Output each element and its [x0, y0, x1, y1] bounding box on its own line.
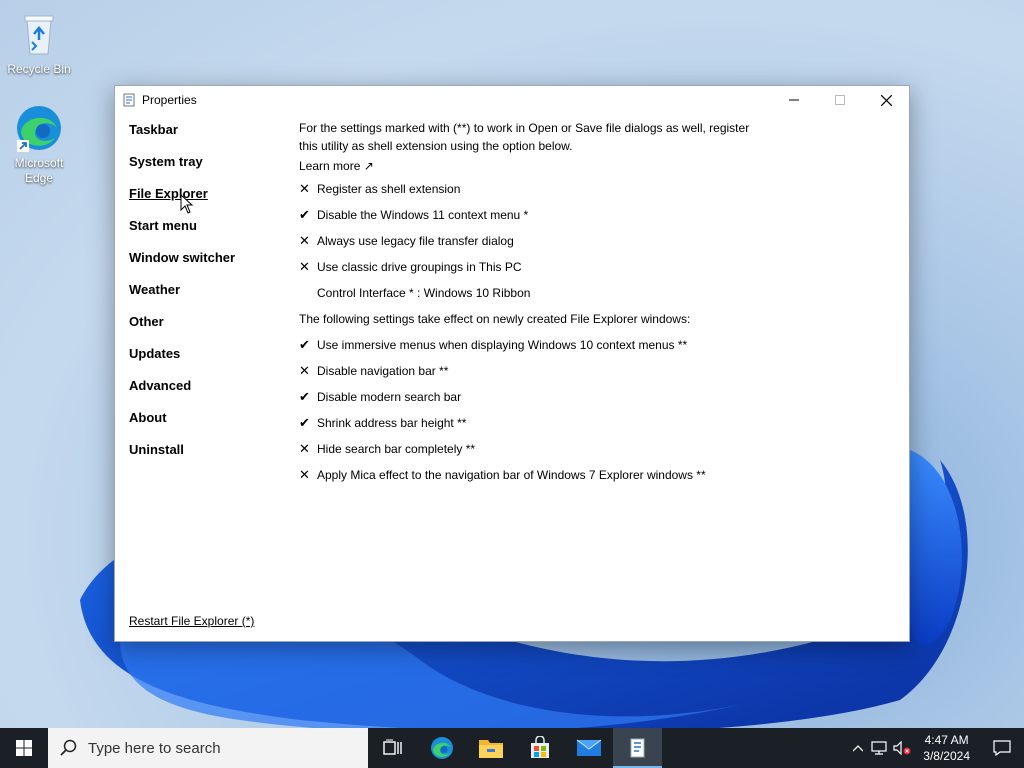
volume-muted-icon [893, 741, 911, 755]
nav-item-window-switcher[interactable]: Window switcher [129, 249, 289, 281]
learn-more-link[interactable]: Learn more ↗ [299, 156, 374, 176]
nav-item-other[interactable]: Other [129, 313, 289, 345]
settings-nav: Taskbar System tray File Explorer Start … [129, 121, 289, 473]
maximize-icon [835, 95, 845, 105]
setting-label: Disable the Windows 11 context menu * [317, 208, 529, 222]
setting-state-icon: ✕ [299, 467, 310, 482]
setting-hide-search-bar[interactable]: ✕ Hide search bar completely ** [299, 436, 769, 462]
setting-control-interface[interactable]: Control Interface * : Windows 10 Ribbon [299, 280, 769, 306]
setting-shrink-address-bar[interactable]: ✔ Shrink address bar height ** [299, 410, 769, 436]
edge-icon [15, 104, 63, 152]
windows-logo-icon [16, 740, 32, 756]
setting-label: Disable modern search bar [317, 390, 462, 404]
edge-label: Microsoft Edge [14, 156, 64, 185]
start-button[interactable] [0, 728, 48, 768]
taskbar-clock[interactable]: 4:47 AM 3/8/2024 [913, 732, 980, 764]
taskbar-edge-button[interactable] [417, 728, 466, 768]
setting-state-icon: ✔ [299, 415, 310, 430]
minimize-button[interactable] [771, 86, 817, 114]
nav-item-advanced[interactable]: Advanced [129, 377, 289, 409]
taskbar: Type here to search 4:47 AM 3/8/2024 [0, 728, 1024, 768]
chevron-up-icon [853, 744, 864, 751]
file-explorer-icon [478, 740, 503, 758]
setting-state-icon: ✔ [299, 389, 310, 404]
setting-label: Register as shell extension [317, 182, 461, 196]
setting-label: Hide search bar completely ** [317, 442, 476, 456]
setting-state-icon: ✕ [299, 259, 310, 274]
nav-item-updates[interactable]: Updates [129, 345, 289, 377]
clock-date: 3/8/2024 [923, 749, 970, 763]
nav-item-uninstall[interactable]: Uninstall [129, 441, 289, 473]
setting-immersive-menus[interactable]: ✔ Use immersive menus when displaying Wi… [299, 332, 769, 358]
edge-icon [430, 737, 453, 759]
setting-legacy-file-transfer-dialog[interactable]: ✕ Always use legacy file transfer dialog [299, 228, 769, 254]
task-view-icon [382, 739, 402, 755]
setting-mica-effect[interactable]: ✕ Apply Mica effect to the navigation ba… [299, 462, 769, 488]
properties-window: Properties Taskbar System tray File Expl… [114, 85, 910, 642]
settings-content: For the settings marked with (**) to wor… [299, 119, 769, 488]
setting-label: Always use legacy file transfer dialog [317, 234, 514, 248]
setting-disable-modern-search-bar[interactable]: ✔ Disable modern search bar [299, 384, 769, 410]
restart-file-explorer-link[interactable]: Restart File Explorer (*) [129, 614, 254, 628]
properties-app-icon [630, 738, 644, 758]
setting-disable-win11-context-menu[interactable]: ✔ Disable the Windows 11 context menu * [299, 202, 769, 228]
setting-label: Disable navigation bar ** [317, 364, 449, 378]
close-button[interactable] [863, 86, 909, 114]
maximize-button[interactable] [817, 86, 863, 114]
recycle-bin-icon [15, 10, 63, 58]
volume-button[interactable] [891, 728, 913, 768]
properties-app-icon [123, 93, 135, 107]
taskbar-search-box[interactable]: Type here to search [48, 728, 368, 768]
notification-icon [993, 740, 1011, 756]
search-icon [60, 739, 77, 756]
clock-time: 4:47 AM [924, 733, 969, 747]
taskbar-file-explorer-button[interactable] [466, 728, 515, 768]
store-icon [530, 736, 549, 758]
taskbar-store-button[interactable] [515, 728, 564, 768]
search-placeholder: Type here to search [88, 739, 221, 757]
nav-item-start-menu[interactable]: Start menu [129, 217, 289, 249]
new-windows-note: The following settings take effect on ne… [299, 312, 691, 326]
setting-state-icon: ✕ [299, 363, 310, 378]
setting-register-shell-extension[interactable]: ✕ Register as shell extension [299, 176, 769, 202]
close-icon [880, 94, 892, 106]
notification-center-button[interactable] [980, 728, 1024, 768]
setting-classic-drive-groupings[interactable]: ✕ Use classic drive groupings in This PC [299, 254, 769, 280]
recycle-bin-label: Recycle Bin [7, 62, 71, 76]
desktop-icon-edge[interactable]: Microsoft Edge [4, 104, 74, 186]
task-view-button[interactable] [368, 728, 417, 768]
desktop-icon-recycle-bin[interactable]: Recycle Bin [4, 10, 74, 77]
setting-state-icon: ✕ [299, 441, 310, 456]
setting-state-icon: ✕ [299, 181, 310, 196]
setting-label: Use classic drive groupings in This PC [317, 260, 522, 274]
intro-text: For the settings marked with (**) to wor… [299, 121, 750, 153]
mail-icon [576, 739, 601, 756]
title-bar[interactable]: Properties [115, 86, 909, 114]
setting-disable-navigation-bar[interactable]: ✕ Disable navigation bar ** [299, 358, 769, 384]
setting-label: Apply Mica effect to the navigation bar … [317, 468, 706, 482]
system-tray: 4:47 AM 3/8/2024 [847, 728, 1024, 768]
mouse-cursor-icon [180, 194, 194, 214]
nav-item-weather[interactable]: Weather [129, 281, 289, 313]
setting-state-icon: ✔ [299, 207, 310, 222]
network-icon [871, 741, 887, 755]
show-hidden-icons-button[interactable] [847, 728, 869, 768]
setting-label: Use immersive menus when displaying Wind… [317, 338, 688, 352]
nav-item-file-explorer[interactable]: File Explorer [129, 185, 289, 217]
taskbar-properties-button[interactable] [613, 728, 662, 768]
nav-item-about[interactable]: About [129, 409, 289, 441]
nav-item-taskbar[interactable]: Taskbar [129, 121, 289, 153]
setting-state-icon: ✔ [299, 337, 310, 352]
setting-label: Shrink address bar height ** [317, 416, 467, 430]
network-button[interactable] [869, 728, 891, 768]
window-title: Properties [142, 93, 197, 107]
setting-state-icon: ✕ [299, 233, 310, 248]
minimize-icon [789, 99, 799, 101]
nav-item-system-tray[interactable]: System tray [129, 153, 289, 185]
taskbar-mail-button[interactable] [564, 728, 613, 768]
setting-label: Control Interface * : Windows 10 Ribbon [317, 286, 531, 300]
